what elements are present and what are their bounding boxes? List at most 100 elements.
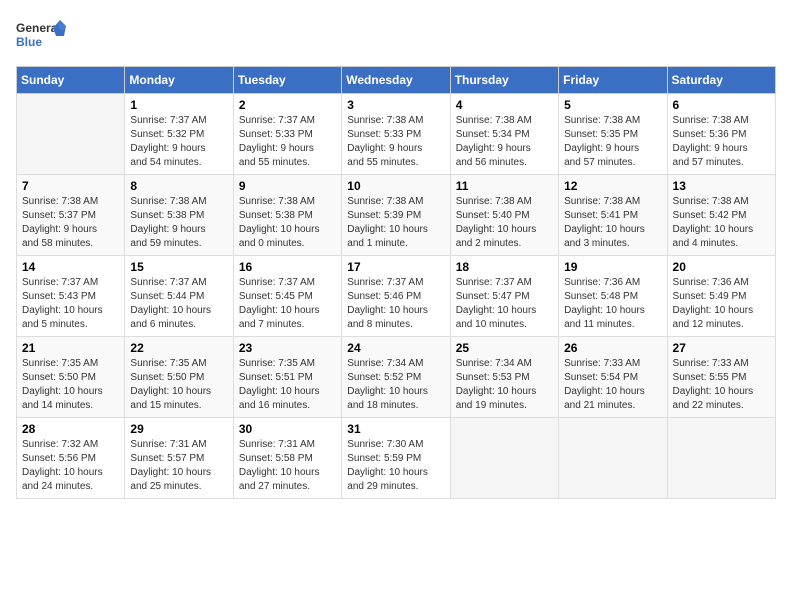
day-number: 17 — [347, 260, 444, 274]
calendar-cell: 28 Sunrise: 7:32 AMSunset: 5:56 PMDayligh… — [17, 418, 125, 499]
day-info: Sunrise: 7:33 AMSunset: 5:55 PMDaylight:… — [673, 357, 770, 413]
calendar-cell: 12Sunrise: 7:38 AMSunset: 5:41 PMDayligh… — [559, 175, 667, 256]
calendar-cell: 29 Sunrise: 7:31 AMSunset: 5:57 PMDayligh… — [125, 418, 233, 499]
day-number: 24 — [347, 341, 444, 355]
calendar-cell: 3 Sunrise: 7:38 AMSunset: 5:33 PMDaylight… — [342, 94, 450, 175]
calendar-cell: 19 Sunrise: 7:36 AMSunset: 5:48 PMDayligh… — [559, 256, 667, 337]
day-number: 25 — [456, 341, 553, 355]
day-info: Sunrise: 7:32 AMSunset: 5:56 PMDaylight:… — [22, 438, 119, 494]
day-info: Sunrise: 7:35 AMSunset: 5:50 PMDaylight:… — [22, 357, 119, 413]
day-header-wednesday: Wednesday — [342, 67, 450, 94]
day-number: 4 — [456, 98, 553, 112]
day-info: Sunrise: 7:38 AMSunset: 5:37 PMDaylight:… — [22, 195, 119, 251]
day-info: Sunrise: 7:38 AMSunset: 5:39 PMDaylight:… — [347, 195, 444, 251]
day-info: Sunrise: 7:37 AMSunset: 5:47 PMDaylight:… — [456, 276, 553, 332]
day-number: 30 — [239, 422, 336, 436]
day-number: 23 — [239, 341, 336, 355]
day-info: Sunrise: 7:38 AMSunset: 5:33 PMDaylight:… — [347, 114, 444, 170]
calendar-cell — [559, 418, 667, 499]
calendar-cell: 13 Sunrise: 7:38 AMSunset: 5:42 PMDayligh… — [667, 175, 775, 256]
day-info: Sunrise: 7:37 AMSunset: 5:43 PMDaylight:… — [22, 276, 119, 332]
day-info: Sunrise: 7:38 AMSunset: 5:40 PMDaylight:… — [456, 195, 553, 251]
day-number: 18 — [456, 260, 553, 274]
calendar-cell — [667, 418, 775, 499]
calendar-table: SundayMondayTuesdayWednesdayThursdayFrid… — [16, 66, 776, 499]
calendar-cell: 30 Sunrise: 7:31 AMSunset: 5:58 PMDayligh… — [233, 418, 341, 499]
day-number: 11 — [456, 179, 553, 193]
day-header-tuesday: Tuesday — [233, 67, 341, 94]
day-info: Sunrise: 7:34 AMSunset: 5:53 PMDaylight:… — [456, 357, 553, 413]
calendar-cell: 26Sunrise: 7:33 AMSunset: 5:54 PMDayligh… — [559, 337, 667, 418]
day-number: 3 — [347, 98, 444, 112]
day-number: 7 — [22, 179, 119, 193]
calendar-cell: 1Sunrise: 7:37 AMSunset: 5:32 PMDaylight… — [125, 94, 233, 175]
day-header-friday: Friday — [559, 67, 667, 94]
calendar-cell: 16 Sunrise: 7:37 AMSunset: 5:45 PMDayligh… — [233, 256, 341, 337]
calendar-cell: 27 Sunrise: 7:33 AMSunset: 5:55 PMDayligh… — [667, 337, 775, 418]
calendar-cell: 25 Sunrise: 7:34 AMSunset: 5:53 PMDayligh… — [450, 337, 558, 418]
logo: General Blue — [16, 16, 66, 56]
day-number: 9 — [239, 179, 336, 193]
week-row-5: 28 Sunrise: 7:32 AMSunset: 5:56 PMDayligh… — [17, 418, 776, 499]
day-info: Sunrise: 7:37 AMSunset: 5:44 PMDaylight:… — [130, 276, 227, 332]
calendar-cell: 31Sunrise: 7:30 AMSunset: 5:59 PMDayligh… — [342, 418, 450, 499]
day-number: 21 — [22, 341, 119, 355]
day-info: Sunrise: 7:37 AMSunset: 5:45 PMDaylight:… — [239, 276, 336, 332]
day-number: 13 — [673, 179, 770, 193]
day-number: 1 — [130, 98, 227, 112]
day-number: 15 — [130, 260, 227, 274]
day-number: 19 — [564, 260, 661, 274]
calendar-cell: 20Sunrise: 7:36 AMSunset: 5:49 PMDayligh… — [667, 256, 775, 337]
day-info: Sunrise: 7:37 AMSunset: 5:46 PMDaylight:… — [347, 276, 444, 332]
day-info: Sunrise: 7:37 AMSunset: 5:33 PMDaylight:… — [239, 114, 336, 170]
day-info: Sunrise: 7:38 AMSunset: 5:34 PMDaylight:… — [456, 114, 553, 170]
day-number: 5 — [564, 98, 661, 112]
calendar-cell: 22 Sunrise: 7:35 AMSunset: 5:50 PMDayligh… — [125, 337, 233, 418]
logo-svg: General Blue — [16, 16, 66, 56]
day-header-thursday: Thursday — [450, 67, 558, 94]
calendar-cell: 10Sunrise: 7:38 AMSunset: 5:39 PMDayligh… — [342, 175, 450, 256]
svg-text:Blue: Blue — [16, 35, 42, 49]
calendar-cell: 4 Sunrise: 7:38 AMSunset: 5:34 PMDaylight… — [450, 94, 558, 175]
day-number: 14 — [22, 260, 119, 274]
day-info: Sunrise: 7:36 AMSunset: 5:48 PMDaylight:… — [564, 276, 661, 332]
header: General Blue — [16, 16, 776, 56]
day-info: Sunrise: 7:34 AMSunset: 5:52 PMDaylight:… — [347, 357, 444, 413]
day-info: Sunrise: 7:35 AMSunset: 5:50 PMDaylight:… — [130, 357, 227, 413]
calendar-cell: 18 Sunrise: 7:37 AMSunset: 5:47 PMDayligh… — [450, 256, 558, 337]
calendar-cell: 5 Sunrise: 7:38 AMSunset: 5:35 PMDaylight… — [559, 94, 667, 175]
day-info: Sunrise: 7:38 AMSunset: 5:36 PMDaylight:… — [673, 114, 770, 170]
week-row-4: 21 Sunrise: 7:35 AMSunset: 5:50 PMDayligh… — [17, 337, 776, 418]
calendar-cell — [450, 418, 558, 499]
day-number: 6 — [673, 98, 770, 112]
day-info: Sunrise: 7:36 AMSunset: 5:49 PMDaylight:… — [673, 276, 770, 332]
day-info: Sunrise: 7:31 AMSunset: 5:57 PMDaylight:… — [130, 438, 227, 494]
day-number: 12 — [564, 179, 661, 193]
calendar-cell: 6 Sunrise: 7:38 AMSunset: 5:36 PMDaylight… — [667, 94, 775, 175]
day-info: Sunrise: 7:30 AMSunset: 5:59 PMDaylight:… — [347, 438, 444, 494]
day-number: 29 — [130, 422, 227, 436]
calendar-cell: 21 Sunrise: 7:35 AMSunset: 5:50 PMDayligh… — [17, 337, 125, 418]
calendar-cell: 11 Sunrise: 7:38 AMSunset: 5:40 PMDayligh… — [450, 175, 558, 256]
calendar-cell — [17, 94, 125, 175]
day-number: 8 — [130, 179, 227, 193]
calendar-cell: 17 Sunrise: 7:37 AMSunset: 5:46 PMDayligh… — [342, 256, 450, 337]
calendar-cell: 9 Sunrise: 7:38 AMSunset: 5:38 PMDaylight… — [233, 175, 341, 256]
day-number: 28 — [22, 422, 119, 436]
week-row-2: 7 Sunrise: 7:38 AMSunset: 5:37 PMDaylight… — [17, 175, 776, 256]
day-header-sunday: Sunday — [17, 67, 125, 94]
day-header-monday: Monday — [125, 67, 233, 94]
day-info: Sunrise: 7:38 AMSunset: 5:38 PMDaylight:… — [239, 195, 336, 251]
day-info: Sunrise: 7:35 AMSunset: 5:51 PMDaylight:… — [239, 357, 336, 413]
day-number: 16 — [239, 260, 336, 274]
day-info: Sunrise: 7:31 AMSunset: 5:58 PMDaylight:… — [239, 438, 336, 494]
calendar-cell: 23 Sunrise: 7:35 AMSunset: 5:51 PMDayligh… — [233, 337, 341, 418]
day-info: Sunrise: 7:38 AMSunset: 5:42 PMDaylight:… — [673, 195, 770, 251]
calendar-cell: 14 Sunrise: 7:37 AMSunset: 5:43 PMDayligh… — [17, 256, 125, 337]
day-number: 27 — [673, 341, 770, 355]
calendar-cell: 2Sunrise: 7:37 AMSunset: 5:33 PMDaylight… — [233, 94, 341, 175]
days-header-row: SundayMondayTuesdayWednesdayThursdayFrid… — [17, 67, 776, 94]
week-row-1: 1Sunrise: 7:37 AMSunset: 5:32 PMDaylight… — [17, 94, 776, 175]
day-info: Sunrise: 7:38 AMSunset: 5:35 PMDaylight:… — [564, 114, 661, 170]
day-number: 22 — [130, 341, 227, 355]
